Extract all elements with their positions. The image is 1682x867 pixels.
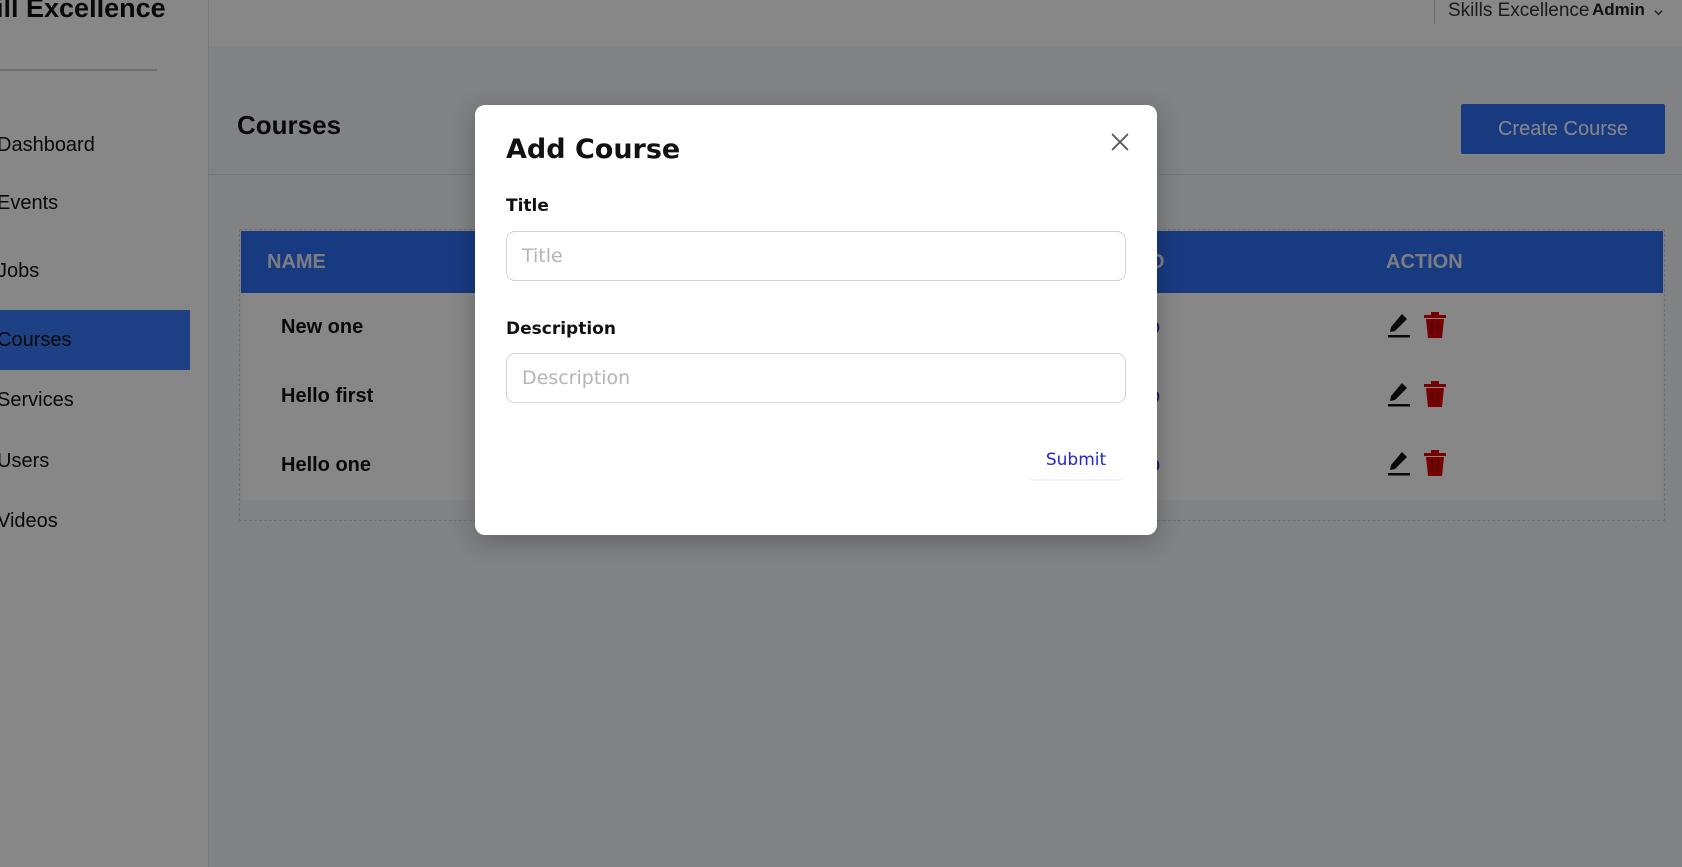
description-label: Description — [506, 319, 616, 339]
submit-button[interactable]: Submit — [1026, 441, 1126, 481]
add-course-modal: Add Course Title Description Submit — [475, 105, 1157, 535]
description-input[interactable] — [506, 353, 1126, 403]
close-icon[interactable] — [1109, 131, 1131, 153]
title-label: Title — [506, 196, 549, 216]
modal-title: Add Course — [506, 134, 681, 165]
title-input[interactable] — [506, 231, 1126, 281]
